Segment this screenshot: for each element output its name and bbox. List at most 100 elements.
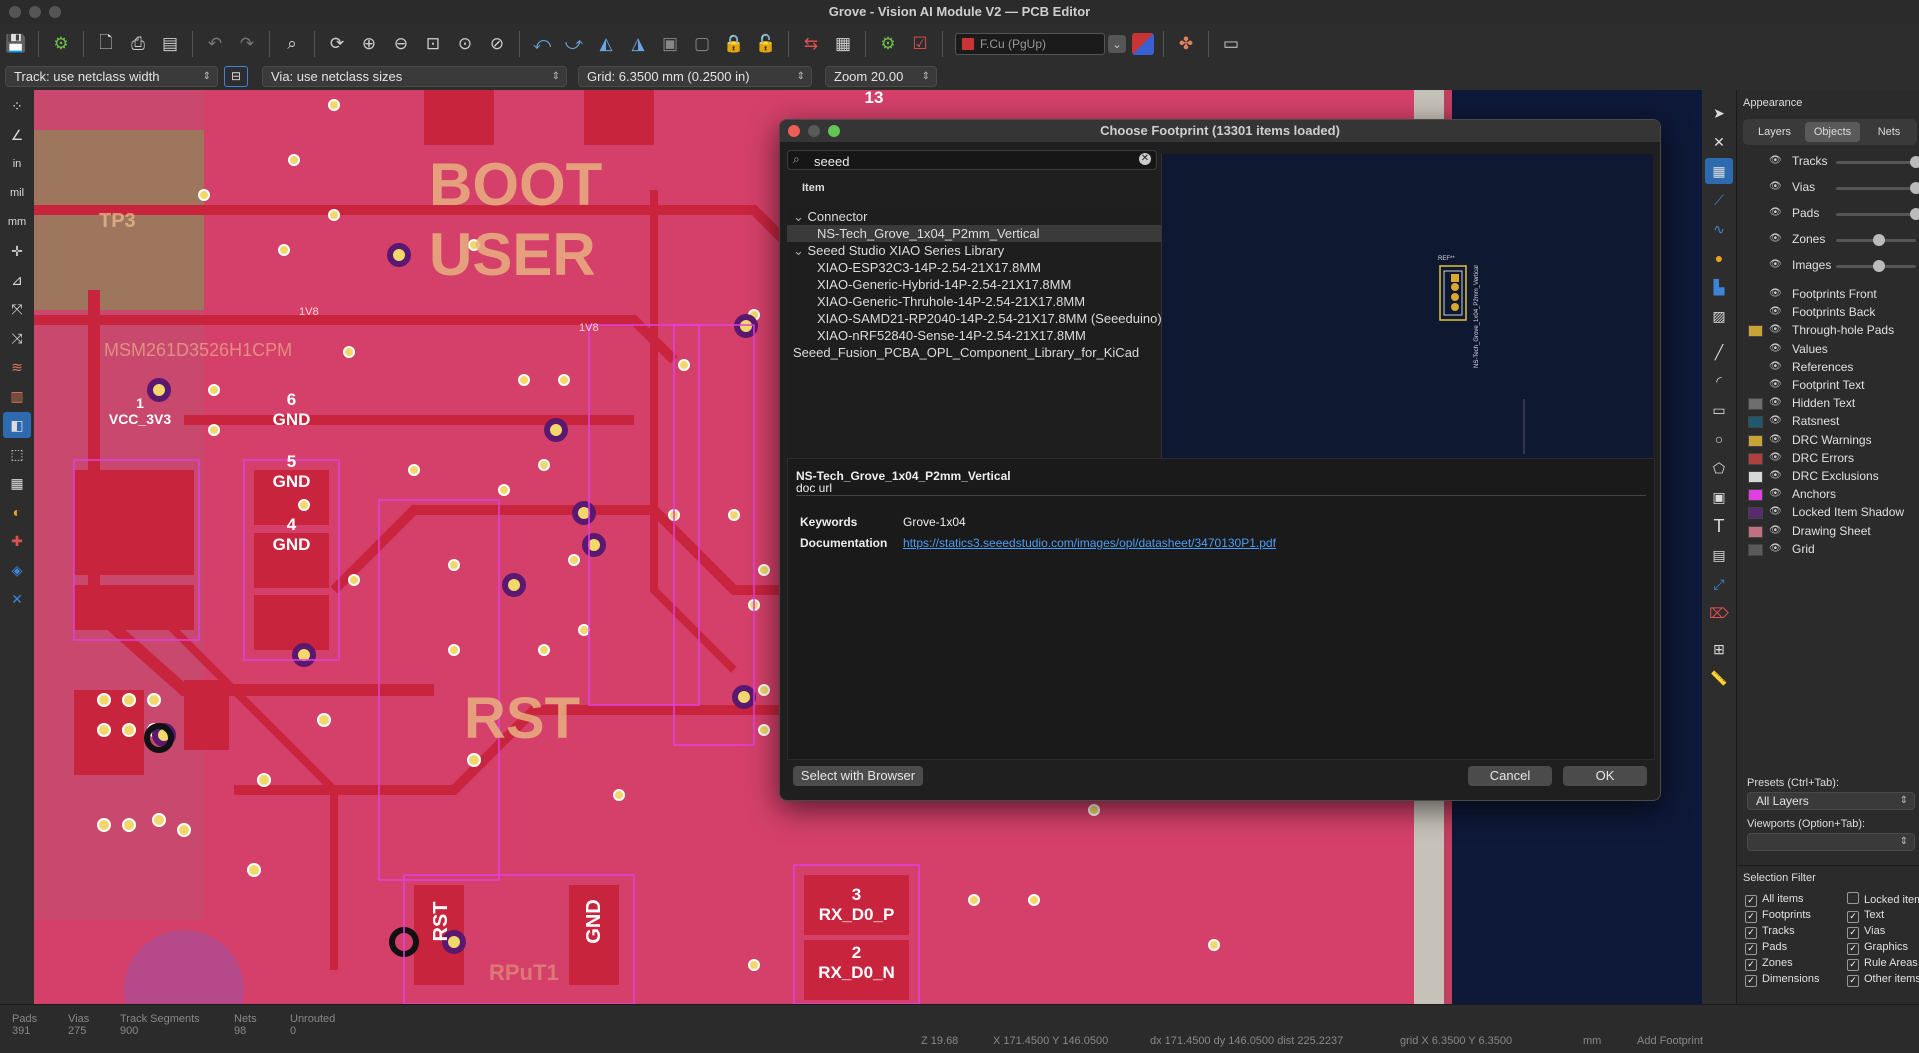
eye-icon[interactable]: 👁 [1769,434,1783,445]
net-color-icon[interactable]: ✚ [3,528,31,554]
slider-knob[interactable] [1873,234,1885,246]
checkbox-checked-icon[interactable]: ✓ [1745,895,1757,907]
save-icon[interactable]: 💾 [3,31,29,57]
add-zone-icon[interactable]: ▙ [1705,274,1733,300]
tree-item[interactable]: NS-Tech_Grove_1x04_P2mm_Vertical [787,225,1161,242]
drc-icon[interactable]: ☑ [907,31,933,57]
measure-icon[interactable]: 📏 [1705,665,1733,691]
grid-toggle-icon[interactable]: ⁘ [3,93,31,119]
dialog-minimize-button[interactable] [808,125,820,137]
filter-checkbox[interactable]: ✓ Graphics [1847,940,1919,955]
zoom-out-icon[interactable]: ⊖ [388,31,414,57]
tab-layers[interactable]: Layers [1747,122,1802,142]
checkbox-checked-icon[interactable]: ✓ [1745,959,1757,971]
documentation-link[interactable]: https://statics3.seeedstudio.com/images/… [903,536,1276,550]
eye-icon[interactable]: 👁 [1769,324,1783,335]
board-setup-icon[interactable]: ⚙ [48,31,74,57]
console-icon[interactable]: ▭ [1218,31,1244,57]
eye-icon[interactable]: 👁 [1769,288,1783,299]
ratsnest-icon[interactable]: ⤧ [3,296,31,322]
close-window-button[interactable] [9,6,21,18]
add-via-icon[interactable]: ● [1705,245,1733,271]
tree-item[interactable]: XIAO-Generic-Hybrid-14P-2.54-21X17.8MM [787,276,1161,293]
eye-icon[interactable]: 👁 [1769,543,1783,554]
print-icon[interactable]: ⎙ [125,31,151,57]
opacity-slider[interactable] [1836,260,1916,272]
page-settings-icon[interactable]: 🗋 [93,31,119,57]
layer-dropdown-icon[interactable]: ⌄ [1108,35,1126,53]
netlist-icon[interactable]: ⚙ [875,31,901,57]
draw-polygon-icon[interactable]: ⬠ [1705,455,1733,481]
add-text-icon[interactable]: T [1705,513,1733,539]
checkbox-checked-icon[interactable]: ✓ [1847,975,1859,987]
delete-tool-icon[interactable]: ⌦ [1705,600,1733,626]
curved-ratsnest-icon[interactable]: ⤨ [3,325,31,351]
eye-icon[interactable]: 👁 [1769,361,1783,372]
flip-icon[interactable]: ◭ [593,31,619,57]
via-outline-icon[interactable]: ⬚ [3,441,31,467]
eye-icon[interactable]: 👁 [1769,207,1783,218]
color-swatch[interactable] [1748,507,1763,520]
clear-search-icon[interactable]: ✕ [1139,153,1151,165]
tab-objects[interactable]: Objects [1805,122,1860,142]
select-with-browser-button[interactable]: Select with Browser [793,766,923,786]
zoom-fit-icon[interactable]: ⊡ [420,31,446,57]
filter-checkbox[interactable]: ✓ Vias [1847,924,1919,939]
zoom-objects-icon[interactable]: ⊙ [452,31,478,57]
draw-line-icon[interactable]: ╱ [1705,339,1733,365]
filter-checkbox[interactable]: ✓ Rule Areas [1847,956,1919,971]
tree-group[interactable]: ⌄ Seeed Studio XIAO Series Library [787,242,1161,259]
checkbox-checked-icon[interactable]: ✓ [1847,927,1859,939]
add-image-icon[interactable]: ▣ [1705,484,1733,510]
eye-icon[interactable]: 👁 [1769,259,1783,270]
auto-width-icon[interactable]: ⊟ [224,66,248,87]
eye-icon[interactable]: 👁 [1769,470,1783,481]
color-swatch[interactable] [1748,471,1763,483]
tree-item[interactable]: XIAO-Generic-Thruhole-14P-2.54-21X17.8MM [787,293,1161,310]
zone-fill-icon[interactable]: ≋ [3,354,31,380]
tune-length-icon[interactable]: ∿ [1705,216,1733,242]
opacity-slider[interactable] [1836,156,1919,168]
eye-icon[interactable]: 👁 [1769,415,1783,426]
footprint-search-field[interactable]: ⌕ ✕ [787,150,1157,170]
undo-icon[interactable]: ↶ [202,31,228,57]
filter-checkbox[interactable]: ✓ Pads [1745,940,1787,955]
route-track-icon[interactable]: ⟋ [1705,187,1733,213]
eye-icon[interactable]: 👁 [1769,525,1783,536]
checkbox-checked-icon[interactable]: ✓ [1847,959,1859,971]
dialog-close-button[interactable] [788,125,800,137]
zoom-selection-icon[interactable]: ⊘ [484,31,510,57]
eye-icon[interactable]: 👁 [1769,155,1783,166]
eye-icon[interactable]: 👁 [1769,506,1783,517]
rotate-ccw-icon[interactable]: ⤺ [529,31,555,57]
layers-manager-icon[interactable]: ◈ [3,557,31,583]
cursor-icon[interactable]: ✛ [3,238,31,264]
zone-outline-icon[interactable]: ▥ [3,383,31,409]
zoom-window-button[interactable] [49,6,61,18]
color-swatch[interactable] [1748,489,1763,502]
draw-arc-icon[interactable]: ◜ [1705,368,1733,394]
color-swatch[interactable] [1748,543,1763,556]
slider-knob[interactable] [1910,156,1919,168]
color-swatch[interactable] [1748,416,1763,429]
eye-icon[interactable]: 👁 [1769,452,1783,463]
add-dimension-icon[interactable]: ⤢ [1705,571,1733,597]
opacity-slider[interactable] [1836,182,1919,194]
minimize-window-button[interactable] [29,6,41,18]
plot-icon[interactable]: ▤ [157,31,183,57]
slider-knob[interactable] [1910,182,1919,194]
color-swatch[interactable] [1748,398,1763,411]
zoom-in-icon[interactable]: ⊕ [356,31,382,57]
tree-item[interactable]: XIAO-nRF52840-Sense-14P-2.54-21X17.8MM [787,327,1161,344]
filter-checkbox[interactable]: ✓ Text [1847,908,1919,923]
unlock-icon[interactable]: 🔓 [753,31,779,57]
eye-icon[interactable]: 👁 [1769,306,1783,317]
properties-icon[interactable]: ✕ [3,586,31,612]
polar-coords-icon[interactable]: ∠ [3,122,31,148]
color-swatch[interactable] [1748,325,1763,338]
viewports-select[interactable]: ⇕ [1747,833,1915,851]
units-mil-button[interactable]: mil [3,180,31,206]
opacity-slider[interactable] [1836,234,1916,246]
grid-origin-icon[interactable]: ⊞ [1705,636,1733,662]
eye-icon[interactable]: 👁 [1769,379,1783,390]
